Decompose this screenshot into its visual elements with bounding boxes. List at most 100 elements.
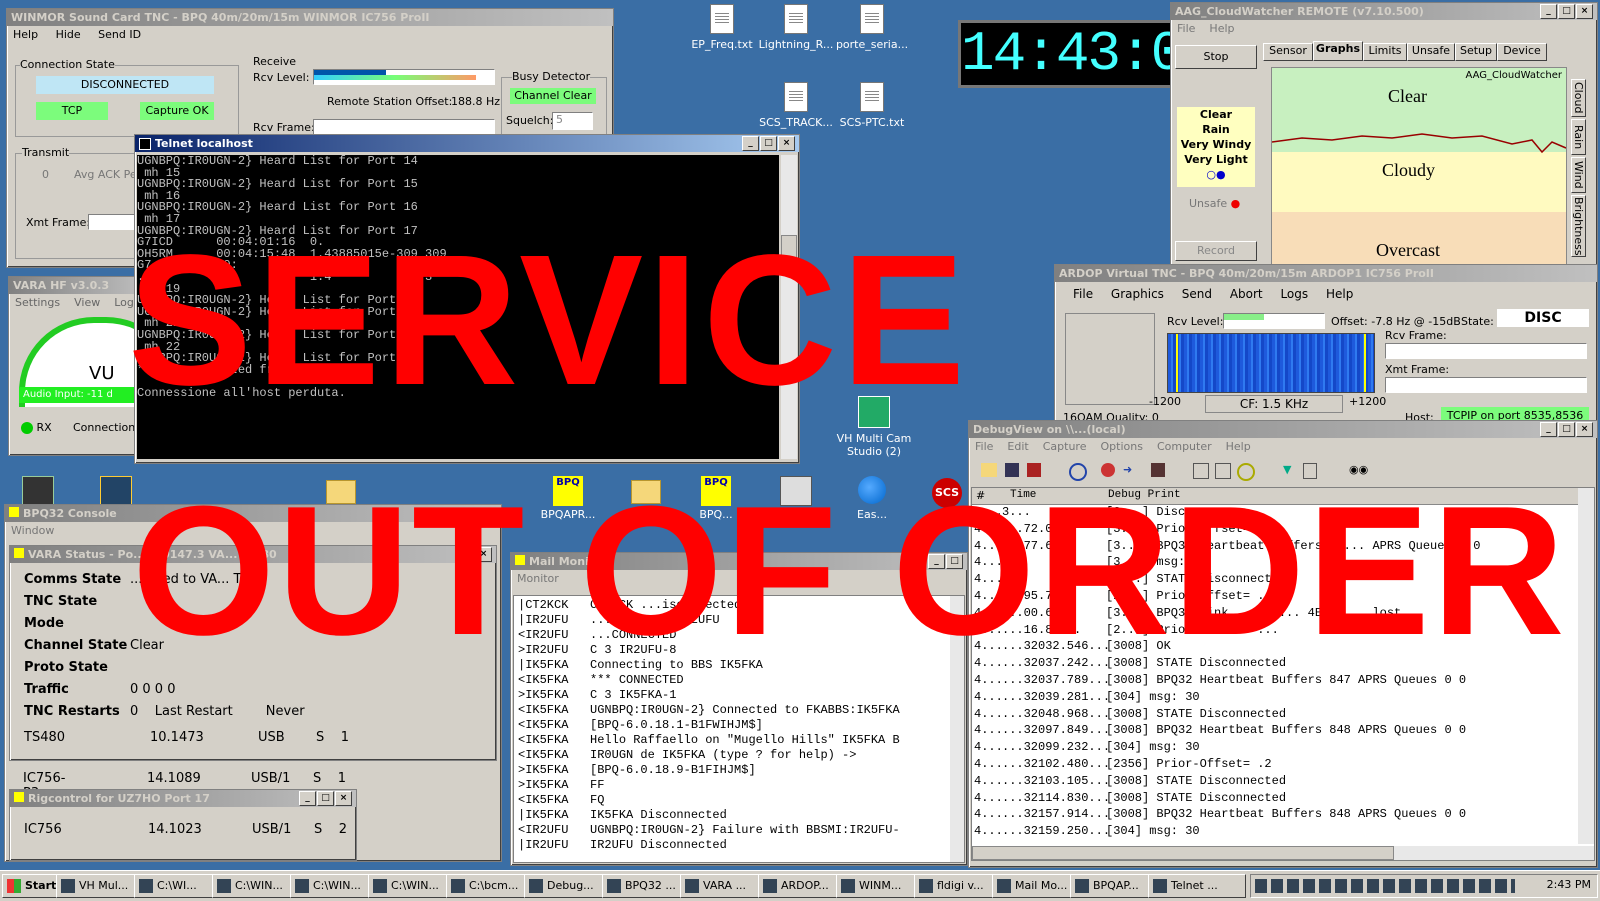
rigcontrol-titlebar[interactable]: Rigcontrol for UZ7HO Port 17 _ □ × bbox=[10, 790, 356, 807]
menu-computer[interactable]: Computer bbox=[1157, 440, 1212, 453]
debug-row[interactable]: 4... ...95.7... [2...] Prior-Offset= ... bbox=[972, 589, 1578, 606]
side-tab-cloud[interactable]: Cloud bbox=[1571, 79, 1586, 117]
vara-status-window[interactable]: VARA Status - Po... ...0147.3 VA... ...4… bbox=[9, 545, 497, 761]
telnet-window[interactable]: Telnet localhost _ □ × UGNBPQ:IR0UGN-2} He… bbox=[134, 134, 800, 464]
cloudwatcher-window[interactable]: AAG_CloudWatcher REMOTE (v7.10.500) _ □ × … bbox=[1170, 2, 1598, 266]
maximize-button[interactable]: □ bbox=[317, 791, 334, 806]
menu-help[interactable]: Help bbox=[1226, 440, 1251, 453]
debug-row[interactable]: 4...... [3...] msg: 30 bbox=[972, 555, 1578, 572]
minimize-button[interactable]: _ bbox=[1540, 422, 1557, 437]
debug-row[interactable]: 4... ...72.0... [3...] Prior-Offset= .4 bbox=[972, 522, 1578, 539]
debug-row[interactable]: 4... ...32032.546... [3008] OK bbox=[972, 639, 1578, 656]
side-tab-rain[interactable]: Rain bbox=[1571, 119, 1586, 155]
minimize-button[interactable]: _ bbox=[299, 791, 316, 806]
mail-monitor-titlebar[interactable]: Mail Monitor _ □ bbox=[511, 553, 967, 570]
tab-device[interactable]: Device bbox=[1497, 43, 1547, 61]
save-icon[interactable] bbox=[1005, 463, 1019, 477]
menu-options[interactable]: Options bbox=[1100, 440, 1142, 453]
telnet-console[interactable]: UGNBPQ:IR0UGN-2} Heard List for Port 14 … bbox=[137, 155, 779, 459]
side-tab-brightness[interactable]: Brightness bbox=[1571, 195, 1586, 257]
maximize-button[interactable]: □ bbox=[760, 136, 777, 151]
filter-funnel-icon[interactable]: ▼ bbox=[1283, 463, 1291, 476]
stop-button[interactable]: Stop bbox=[1175, 45, 1257, 69]
debug-row[interactable]: 4... ...32157.914... [3008] BPQ32 Heartbea… bbox=[972, 807, 1578, 824]
minimize-button[interactable]: _ bbox=[1540, 4, 1557, 19]
debug-row[interactable]: 4... ...32039.281... [304] msg: 30 bbox=[972, 690, 1578, 707]
tab-graphs[interactable]: Graphs bbox=[1313, 41, 1363, 61]
search-icon[interactable] bbox=[1069, 463, 1087, 481]
close-button[interactable]: × bbox=[1576, 4, 1593, 19]
debug-row[interactable]: 4... ...32099.232... [304] msg: 30 bbox=[972, 740, 1578, 757]
desktop-icon-lightning[interactable]: Lightning_R... bbox=[756, 4, 836, 51]
debug-row[interactable]: 4... ...32103.105... [3008] STATE Disconne… bbox=[972, 774, 1578, 791]
desktop-icon-vh-multicam[interactable]: VH Multi Cam Studio (2) bbox=[834, 396, 914, 458]
menu-edit[interactable]: Edit bbox=[1007, 440, 1028, 453]
desktop-icon-porte-seriali[interactable]: porte_seria... bbox=[832, 4, 912, 51]
kernel-icon[interactable] bbox=[1151, 463, 1165, 477]
debug-row[interactable]: 4... ...32037.242... [3008] STATE Disconne… bbox=[972, 656, 1578, 673]
close-button[interactable]: × bbox=[335, 791, 352, 806]
filter-icon[interactable] bbox=[1193, 463, 1209, 479]
open-icon[interactable] bbox=[981, 463, 997, 477]
desktop-icon-folder-2[interactable] bbox=[326, 480, 356, 504]
col-debug-print[interactable]: Debug Print bbox=[1108, 489, 1181, 501]
ardop-titlebar[interactable]: ARDOP Virtual TNC - BPQ 40m/20m/15m ARDO… bbox=[1055, 265, 1597, 282]
vara-hf-window[interactable]: VARA HF v3.0.3 Settings View Log* VU Audio… bbox=[8, 276, 150, 456]
bpq-console-window[interactable]: BPQ32 Console Window VARA Status - Po...… bbox=[4, 504, 502, 862]
debug-row[interactable]: 4... 3... [3...] Disconn... bbox=[972, 505, 1578, 522]
rigcontrol-window[interactable]: Rigcontrol for UZ7HO Port 17 _ □ × IC756 1… bbox=[9, 789, 357, 861]
debugview-window[interactable]: DebugView on \\...(local) _ □ × File Edit Ca… bbox=[968, 420, 1598, 868]
menu-file[interactable]: File bbox=[1073, 287, 1093, 301]
binoculars-icon[interactable]: ◉◉ bbox=[1349, 463, 1368, 476]
menu-send[interactable]: Send bbox=[1182, 287, 1212, 301]
menu-monitor[interactable]: Monitor bbox=[517, 572, 559, 585]
telnet-titlebar[interactable]: Telnet localhost _ □ × bbox=[135, 135, 799, 152]
record-button[interactable]: Record bbox=[1175, 241, 1257, 261]
tab-limits[interactable]: Limits bbox=[1363, 43, 1407, 61]
menu-send-id[interactable]: Send ID bbox=[98, 28, 141, 41]
winmor-titlebar[interactable]: WINMOR Sound Card TNC - BPQ 40m/20m/15m … bbox=[7, 9, 613, 26]
debug-row[interactable]: 4...... [3...] STATE Disconnected bbox=[972, 572, 1578, 589]
mail-monitor-window[interactable]: Mail Monitor _ □ Monitor |CT2KCK CT2KCK .… bbox=[510, 552, 968, 866]
col-num[interactable]: # bbox=[976, 489, 985, 502]
menu-help[interactable]: Help bbox=[1209, 22, 1234, 35]
side-tab-wind[interactable]: Wind bbox=[1571, 157, 1586, 193]
close-button[interactable]: × bbox=[475, 547, 492, 562]
vara-hf-titlebar[interactable]: VARA HF v3.0.3 bbox=[9, 277, 149, 294]
menu-file[interactable]: File bbox=[975, 440, 993, 453]
taskbar-item[interactable]: Telnet ... bbox=[1148, 874, 1246, 898]
debug-row[interactable]: 4... ...32114.830... [3008] STATE Disconne… bbox=[972, 791, 1578, 808]
desktop-icon-scs-track[interactable]: SCS_TRACK... bbox=[756, 82, 836, 129]
mail-monitor-log[interactable]: |CT2KCK CT2KCK ...isconnected |IR2UFU ...… bbox=[513, 595, 965, 863]
maximize-button[interactable]: □ bbox=[946, 554, 963, 569]
scs-icon[interactable]: SCS bbox=[932, 478, 962, 508]
maximize-button[interactable]: □ bbox=[1558, 422, 1575, 437]
capture-icon[interactable] bbox=[1101, 463, 1115, 477]
close-button[interactable]: × bbox=[1576, 422, 1593, 437]
debugview-titlebar[interactable]: DebugView on \\...(local) _ □ × bbox=[969, 421, 1597, 438]
debug-row[interactable]: 4... ...32048.968... [3008] STATE Disconne… bbox=[972, 707, 1578, 724]
desktop-icon-ep-freq[interactable]: EP_Freq.txt bbox=[682, 4, 762, 51]
pin-icon[interactable] bbox=[1303, 463, 1317, 479]
arrow-right-icon[interactable]: ➜ bbox=[1123, 463, 1132, 476]
debug-row[interactable]: 4... ...32159.250... [304] msg: 30 bbox=[972, 824, 1578, 841]
desktop-icon-bpq[interactable]: BPQ BPQ... bbox=[676, 476, 756, 521]
debugview-hscroll[interactable] bbox=[972, 846, 1594, 860]
debug-row[interactable]: 4... ...16.81... [2...] Prior-Offset= ... bbox=[972, 623, 1578, 640]
debug-row[interactable]: 4... ...32037.789... [3008] BPQ32 Heartbea… bbox=[972, 673, 1578, 690]
menu-window[interactable]: Window bbox=[11, 524, 54, 537]
desktop-icon-media[interactable] bbox=[100, 476, 132, 506]
telnet-scrollbar[interactable] bbox=[781, 155, 797, 459]
minimize-button[interactable]: _ bbox=[742, 136, 759, 151]
menu-view[interactable]: View bbox=[74, 296, 100, 309]
ardop-window[interactable]: ARDOP Virtual TNC - BPQ 40m/20m/15m ARDO… bbox=[1054, 264, 1598, 430]
tab-sensor[interactable]: Sensor bbox=[1263, 43, 1313, 61]
menu-logs[interactable]: Logs bbox=[1280, 287, 1308, 301]
minimize-button[interactable]: _ bbox=[928, 554, 945, 569]
debugview-vscroll[interactable] bbox=[1578, 488, 1594, 844]
clock-icon[interactable] bbox=[1237, 463, 1255, 481]
menu-graphics[interactable]: Graphics bbox=[1111, 287, 1164, 301]
highlight-icon[interactable] bbox=[1215, 463, 1231, 479]
squelch-spinner[interactable]: 5 bbox=[552, 112, 593, 130]
vara-status-titlebar[interactable]: VARA Status - Po... ...0147.3 VA... ...4… bbox=[10, 546, 496, 563]
